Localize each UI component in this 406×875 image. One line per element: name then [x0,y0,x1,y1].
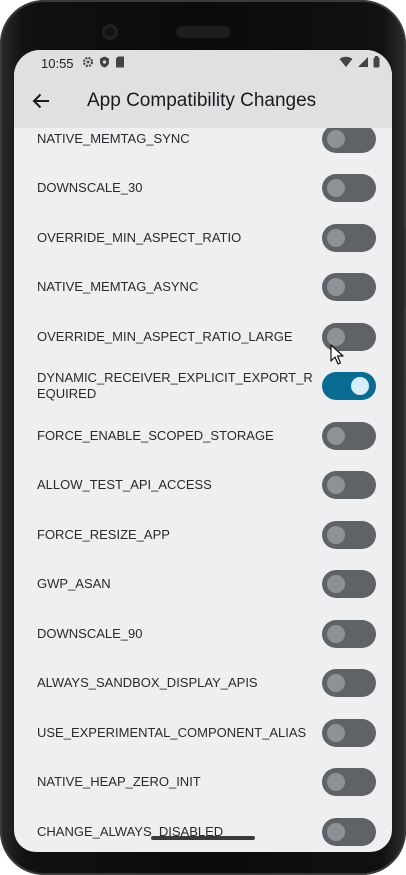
list-item[interactable]: ALLOW_TEST_API_ACCESS [14,461,392,511]
arrow-back-icon [32,93,49,109]
list-item[interactable]: NATIVE_MEMTAG_SYNC [14,128,392,164]
toggle-switch[interactable] [322,570,376,599]
signal-icon [358,57,368,67]
toggle-knob [327,278,345,297]
toggle-knob [327,179,345,198]
toggle-switch[interactable] [322,174,376,203]
screen: 10:55 App Compatibility Changes NATIVE_M… [14,50,392,852]
change-label: USE_EXPERIMENTAL_COMPONENT_ALIAS [37,724,307,740]
toggle-knob [327,476,345,495]
toggle-switch[interactable] [322,273,376,302]
status-time: 10:55 [41,56,74,71]
change-label: DOWNSCALE_90 [37,625,143,641]
toggle-knob [327,575,345,594]
mouse-pointer-icon [330,344,344,365]
list-item[interactable]: NATIVE_MEMTAG_ASYNC [14,263,392,313]
gear-icon [82,56,94,68]
list-item[interactable]: FORCE_ENABLE_SCOPED_STORAGE [14,411,392,461]
toggle-switch[interactable] [322,718,376,747]
change-label: DYNAMIC_RECEIVER_EXPLICIT_EXPORT_REQUIRE… [37,370,313,402]
list-item[interactable]: USE_EXPERIMENTAL_COMPONENT_ALIAS [14,708,392,758]
toggle-knob [327,624,345,643]
change-label: FORCE_RESIZE_APP [37,526,170,542]
toggle-switch[interactable] [322,223,376,252]
status-notification-icons [82,56,125,68]
home-indicator[interactable] [151,836,255,840]
sd-card-icon [116,56,124,68]
toggle-knob [327,426,345,445]
change-label: DOWNSCALE_30 [37,180,143,196]
toggle-switch[interactable] [322,421,376,450]
toggle-knob [351,377,369,396]
change-label: ALLOW_TEST_API_ACCESS [37,477,212,493]
list-item[interactable]: ALWAYS_SANDBOX_DISPLAY_APIS [14,659,392,709]
status-system-icons [339,56,380,68]
change-label: NATIVE_HEAP_ZERO_INIT [37,774,201,790]
toggle-switch[interactable] [322,619,376,648]
compat-change-list-content: NATIVE_MEMTAG_SYNC DOWNSCALE_30 OVERRIDE_M… [14,128,392,852]
change-label: GWP_ASAN [37,576,111,592]
status-bar: 10:55 [14,50,392,76]
device-frame: 10:55 App Compatibility Changes NATIVE_M… [0,0,406,875]
toggle-knob [327,228,345,247]
toggle-knob [327,822,345,841]
toggle-switch[interactable] [322,669,376,698]
list-item[interactable]: FORCE_RESIZE_APP [14,510,392,560]
list-item[interactable]: DOWNSCALE_90 [14,609,392,659]
list-item[interactable]: GWP_ASAN [14,560,392,610]
back-button[interactable] [28,88,54,114]
toggle-knob [327,674,345,693]
toggle-switch[interactable] [322,817,376,846]
toggle-switch[interactable] [322,128,376,153]
toggle-switch[interactable] [322,471,376,500]
app-bar: App Compatibility Changes [14,76,392,128]
front-camera [102,24,118,40]
change-label: OVERRIDE_MIN_ASPECT_RATIO_LARGE [37,328,293,344]
change-label: NATIVE_MEMTAG_SYNC [37,130,190,146]
toggle-switch[interactable] [322,372,376,401]
compat-change-list[interactable]: NATIVE_MEMTAG_SYNC DOWNSCALE_30 OVERRIDE_M… [14,128,392,852]
change-label: NATIVE_MEMTAG_ASYNC [37,279,199,295]
battery-icon [373,56,380,68]
change-label: OVERRIDE_MIN_ASPECT_RATIO [37,229,242,245]
toggle-switch[interactable] [322,520,376,549]
toggle-knob [327,525,345,544]
change-label: ALWAYS_SANDBOX_DISPLAY_APIS [37,675,258,691]
list-item[interactable]: DYNAMIC_RECEIVER_EXPLICIT_EXPORT_REQUIRE… [14,362,392,412]
list-item[interactable]: DOWNSCALE_30 [14,164,392,214]
change-label: FORCE_ENABLE_SCOPED_STORAGE [37,427,274,443]
wifi-icon [339,56,353,67]
toggle-switch[interactable] [322,768,376,797]
toggle-knob [327,773,345,792]
list-item[interactable]: OVERRIDE_MIN_ASPECT_RATIO [14,213,392,263]
shield-icon [100,56,109,68]
list-item[interactable]: CHANGE_ALWAYS_DISABLED [14,807,392,852]
list-item[interactable]: NATIVE_HEAP_ZERO_INIT [14,758,392,808]
toggle-knob [327,129,345,148]
page-title: App Compatibility Changes [87,90,317,111]
speaker-grille [176,26,230,38]
toggle-knob [327,723,345,742]
